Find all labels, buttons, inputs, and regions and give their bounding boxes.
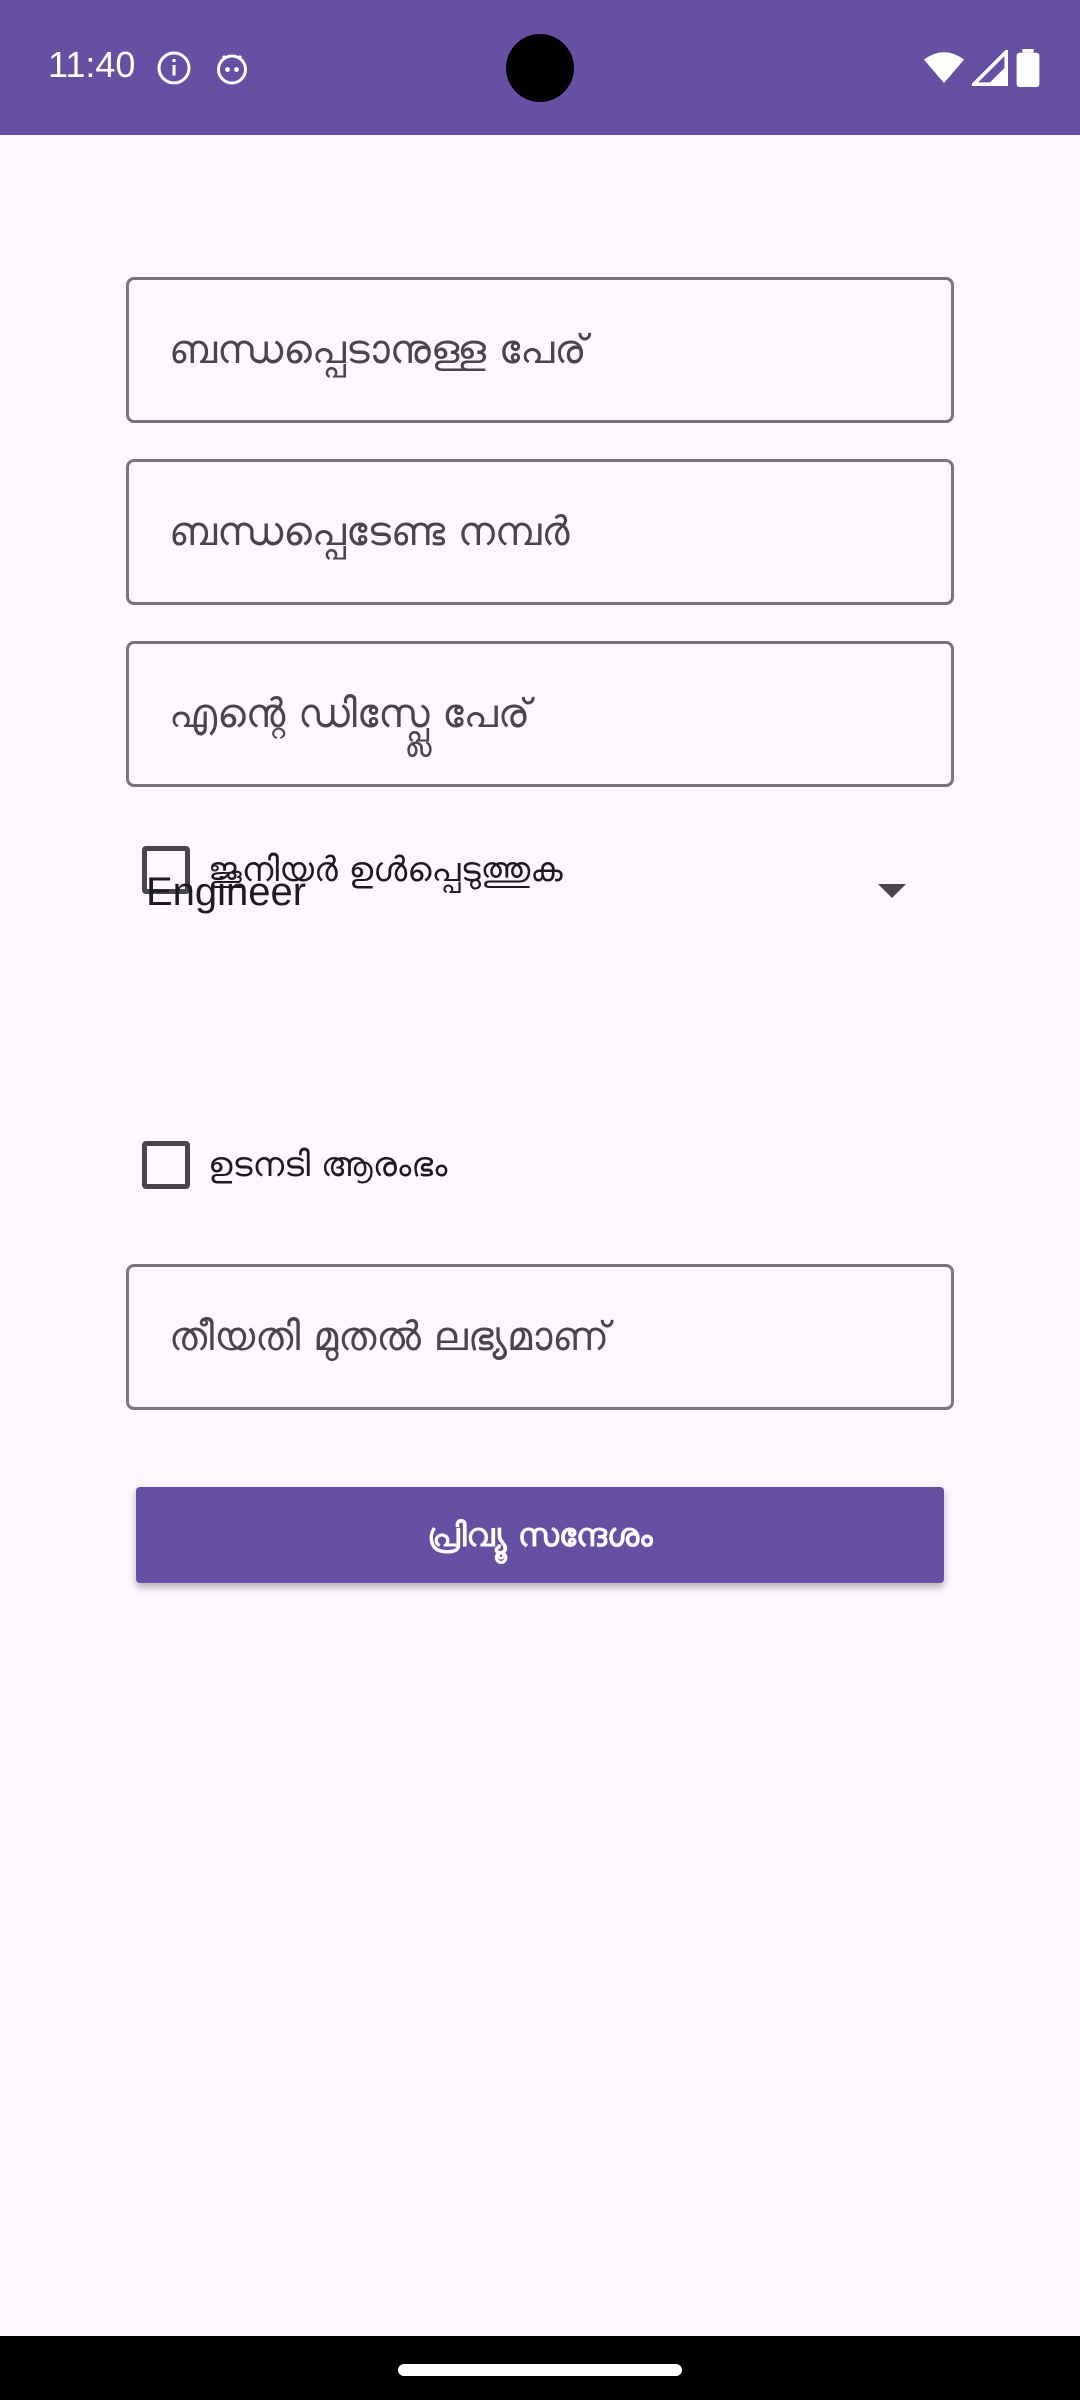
battery-icon [1016,49,1040,87]
contact-name-field[interactable]: ബന്ധപ്പെടാനുള്ള പേര് [126,277,954,423]
preview-message-button[interactable]: പ്രിവ്യൂ സന്ദേശം [136,1487,944,1583]
role-spinner[interactable]: Engineer [126,832,954,952]
home-gesture-handle[interactable] [398,2364,682,2376]
immediate-start-label: ഉടനടി ആരംഭം [208,1145,448,1185]
info-icon [157,51,191,85]
available-from-placeholder: തീയതി മുതൽ ലഭ്യമാണ് [169,1314,610,1360]
form-container: ബന്ധപ്പെടാനുള്ള പേര് ബന്ധപ്പെടേണ്ട നമ്പർ… [0,135,1080,2335]
contact-number-placeholder: ബന്ധപ്പെടേണ്ട നമ്പർ [169,509,570,555]
role-selected-value: Engineer [146,869,307,914]
status-time: 11:40 [48,44,136,85]
wifi-icon [924,52,964,83]
display-name-placeholder: എന്റെ ഡിസ്പ്ലേ പേര് [169,691,531,737]
dropdown-arrow-icon [878,884,906,898]
status-bar: 11:40 [0,0,1080,135]
cellular-signal-icon [972,50,1008,86]
status-icons [924,48,1040,88]
available-from-field[interactable]: തീയതി മുതൽ ലഭ്യമാണ് [126,1264,954,1410]
contact-number-field[interactable]: ബന്ധപ്പെടേണ്ട നമ്പർ [126,459,954,605]
camera-cutout [506,34,574,102]
preview-message-label: പ്രിവ്യൂ സന്ദേശം [427,1515,653,1554]
contact-name-placeholder: ബന്ധപ്പെടാനുള്ള പേര് [169,327,587,373]
display-name-field[interactable]: എന്റെ ഡിസ്പ്ലേ പേര് [126,641,954,787]
android-bot-icon [217,54,247,85]
immediate-start-row[interactable]: ഉടനടി ആരംഭം [142,1135,447,1195]
immediate-start-checkbox[interactable] [142,1141,190,1189]
